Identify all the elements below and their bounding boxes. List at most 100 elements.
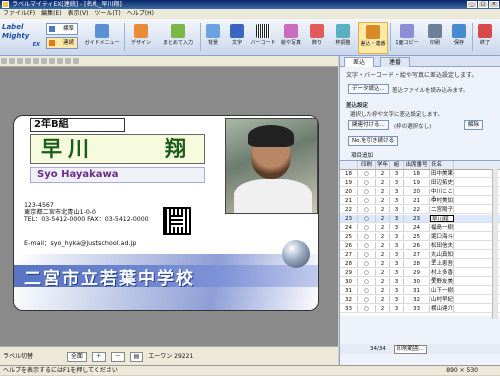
- class-text-frame[interactable]: 2年B組: [30, 118, 125, 132]
- table-cell[interactable]: 23: [340, 215, 358, 222]
- table-cell[interactable]: ○: [358, 206, 376, 213]
- undo-icon[interactable]: [1, 58, 7, 64]
- table-cell[interactable]: 18: [404, 170, 430, 177]
- table-cell[interactable]: 2: [376, 215, 390, 222]
- table-cell[interactable]: 2: [376, 170, 390, 177]
- table-cell[interactable]: ○: [358, 188, 376, 195]
- print-range-button[interactable]: 印刷範囲...: [393, 345, 427, 354]
- table-cell[interactable]: 33: [340, 305, 358, 312]
- table-cell[interactable]: 2: [376, 287, 390, 294]
- table-cell[interactable]: 2: [376, 197, 390, 204]
- continue-number-button[interactable]: No.を引き続ける: [348, 136, 399, 146]
- zoom-in-icon[interactable]: ＋: [91, 352, 106, 362]
- table-row[interactable]: 21 ○ 2 3 21 中村美加: [340, 197, 500, 205]
- name-text-frame[interactable]: 早川 翔: [30, 134, 205, 164]
- menu-help[interactable]: ヘルプ(H): [127, 9, 154, 19]
- table-row[interactable]: 27 ○ 2 3 27 丸山真知子: [340, 251, 500, 266]
- link-button[interactable]: 関連付ける...: [348, 120, 389, 130]
- table-cell[interactable]: 松田信夫: [430, 242, 454, 249]
- table-cell[interactable]: 21: [340, 197, 358, 204]
- table-cell[interactable]: 2: [376, 278, 390, 285]
- table-cell[interactable]: 3: [390, 260, 404, 267]
- table-cell[interactable]: 20: [404, 188, 430, 195]
- table-row[interactable]: 30 ○ 2 3 30 矢野友美: [340, 278, 500, 286]
- address-text-frame[interactable]: 123-4567 東京都二宮市北青山1-0-0 TEL：03-5412-0000…: [24, 202, 164, 223]
- table-cell[interactable]: 3: [390, 287, 404, 294]
- table-cell[interactable]: 32: [340, 296, 358, 303]
- table-cell[interactable]: ○: [358, 170, 376, 177]
- table-cell[interactable]: 2: [376, 242, 390, 249]
- menu-view[interactable]: 表示(V): [68, 9, 89, 19]
- table-cell[interactable]: 2: [376, 179, 390, 186]
- redo-icon[interactable]: [9, 58, 15, 64]
- table-cell[interactable]: ○: [358, 305, 376, 312]
- table-cell[interactable]: 3: [390, 269, 404, 276]
- label-switch-button[interactable]: ラベル切替: [3, 353, 33, 360]
- maximize-button[interactable]: □: [478, 1, 488, 8]
- frame-adjust-button[interactable]: 枠調整: [330, 22, 356, 54]
- table-cell[interactable]: ○: [358, 269, 376, 276]
- tab-serial[interactable]: 連番: [380, 57, 411, 67]
- table-cell[interactable]: 2: [376, 269, 390, 276]
- name-tag-card[interactable]: 2年B組 早川 翔 Syo Hayakawa 123-4567 東京都二宮市北青…: [13, 115, 319, 311]
- table-cell[interactable]: 中川こころ: [430, 188, 454, 203]
- table-row[interactable]: 25 ○ 2 3 25 堀口海斗: [340, 233, 500, 241]
- menu-edit[interactable]: 編集(E): [41, 9, 61, 19]
- design-button[interactable]: デザイン: [126, 22, 156, 54]
- table-cell[interactable]: 3: [390, 224, 404, 231]
- merge-number-button[interactable]: 差込・連番: [358, 22, 388, 54]
- table-row[interactable]: 24 ○ 2 3 24 福島一樹: [340, 224, 500, 232]
- copy-icon[interactable]: [25, 58, 31, 64]
- student-photo[interactable]: [225, 118, 318, 214]
- group-icon[interactable]: [73, 58, 79, 64]
- mode-standard-button[interactable]: 標準: [46, 23, 78, 35]
- table-cell[interactable]: 山村早紀: [430, 296, 454, 303]
- table-cell[interactable]: 18: [340, 170, 358, 177]
- table-cell[interactable]: 26: [404, 242, 430, 249]
- table-cell[interactable]: 22: [404, 206, 430, 213]
- tab-merge[interactable]: 差込: [344, 57, 375, 67]
- table-cell[interactable]: 3: [390, 233, 404, 240]
- table-cell[interactable]: 田中美果: [430, 170, 454, 177]
- table-cell[interactable]: 24: [404, 224, 430, 231]
- table-cell[interactable]: 3: [390, 251, 404, 258]
- table-cell[interactable]: 31: [340, 287, 358, 294]
- email-line[interactable]: E-mail：syo_hyka@justschool.ad.jp: [24, 238, 136, 247]
- table-row[interactable]: 19 ○ 2 3 19 田辺拓史: [340, 179, 500, 187]
- table-cell[interactable]: 三上恵吾: [430, 260, 454, 267]
- table-cell[interactable]: 19: [340, 179, 358, 186]
- load-data-button[interactable]: データ読込...: [348, 84, 389, 94]
- table-cell[interactable]: 21: [404, 197, 430, 204]
- table-cell[interactable]: ○: [358, 224, 376, 231]
- table-cell[interactable]: 27: [404, 251, 430, 258]
- decoration-button[interactable]: 飾り: [306, 22, 328, 54]
- table-cell[interactable]: 33: [404, 305, 430, 312]
- delete-icon[interactable]: [41, 58, 47, 64]
- table-cell[interactable]: 29: [340, 269, 358, 276]
- table-cell[interactable]: 2: [376, 206, 390, 213]
- table-cell[interactable]: 25: [340, 233, 358, 240]
- table-row[interactable]: 31 ○ 2 3 31 山下一樹: [340, 287, 500, 295]
- table-cell[interactable]: 山下一樹: [430, 287, 454, 294]
- table-cell[interactable]: 福島一樹: [430, 224, 454, 231]
- table-cell[interactable]: 2: [376, 224, 390, 231]
- table-cell[interactable]: 28: [404, 260, 430, 267]
- table-cell[interactable]: 2: [376, 305, 390, 312]
- cut-icon[interactable]: [17, 58, 23, 64]
- table-cell[interactable]: 2: [376, 188, 390, 195]
- menu-tools[interactable]: ツール(T): [94, 9, 120, 19]
- table-row[interactable]: 33 ○ 2 3 33 横山達介: [340, 305, 500, 313]
- table-cell[interactable]: ○: [358, 242, 376, 249]
- table-cell[interactable]: ○: [358, 278, 376, 285]
- table-cell[interactable]: 3: [390, 242, 404, 249]
- mode-continuous-button[interactable]: 連続: [46, 37, 78, 49]
- table-cell[interactable]: 横山達介: [430, 305, 454, 312]
- menu-file[interactable]: ファイル(F): [3, 9, 35, 19]
- table-row[interactable]: 28 ○ 2 3 28 三上恵吾: [340, 260, 500, 268]
- qr-code[interactable]: [163, 207, 191, 235]
- table-cell[interactable]: ○: [358, 296, 376, 303]
- guide-menu-button[interactable]: ガイドメニュー: [82, 22, 122, 54]
- table-cell[interactable]: 20: [340, 188, 358, 195]
- table-cell[interactable]: 2: [376, 296, 390, 303]
- table-cell[interactable]: 早川翔: [430, 215, 454, 223]
